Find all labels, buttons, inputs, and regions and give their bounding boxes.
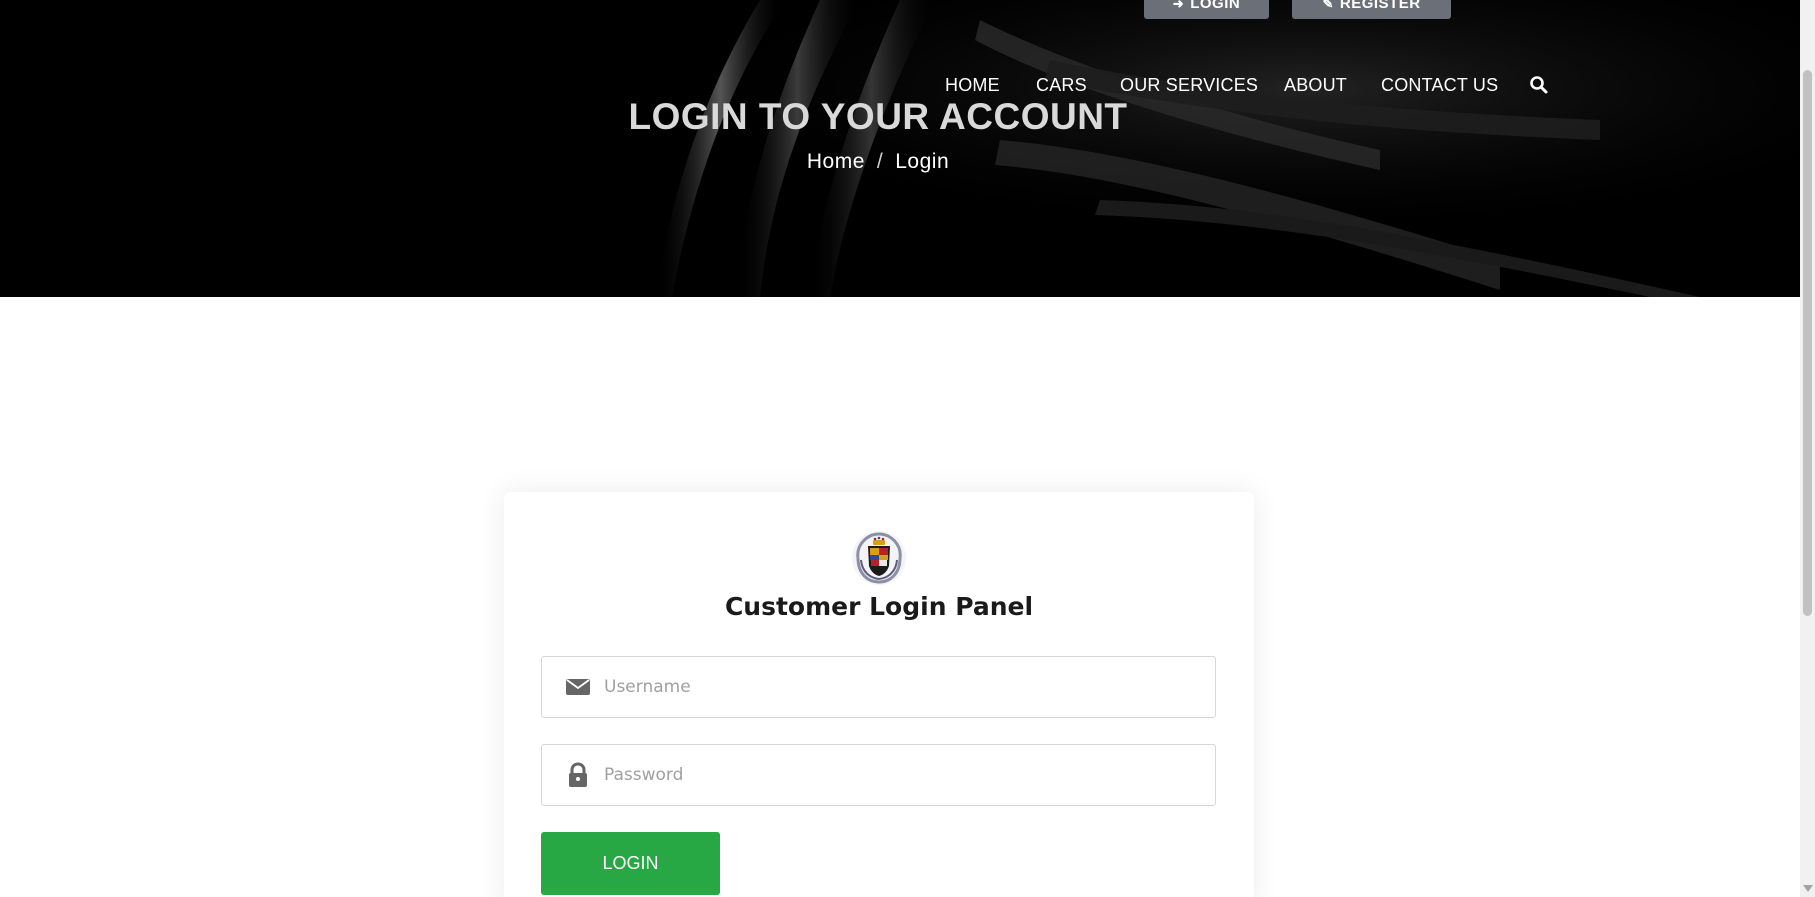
- password-field[interactable]: [541, 744, 1216, 806]
- nav-about[interactable]: ABOUT: [1284, 75, 1347, 96]
- breadcrumb: Home / Login: [0, 150, 1756, 174]
- hero-banner: ➜ LOGIN ✎ REGISTER HOME CARS OUR SERVICE…: [0, 0, 1800, 297]
- edit-icon: ✎: [1322, 0, 1334, 11]
- breadcrumb-separator: /: [876, 150, 884, 173]
- nav-home[interactable]: HOME: [945, 75, 1000, 96]
- scroll-down-arrow-icon[interactable]: [1803, 885, 1813, 892]
- search-icon[interactable]: [1529, 75, 1549, 95]
- scrollbar-thumb[interactable]: [1803, 70, 1812, 616]
- login-card: Customer Login Panel LOGIN: [504, 492, 1254, 897]
- envelope-icon: [564, 673, 592, 701]
- lock-icon: [564, 761, 592, 789]
- password-input[interactable]: [604, 745, 1215, 805]
- page-scrollbar[interactable]: [1800, 0, 1815, 897]
- nav-cars[interactable]: CARS: [1036, 75, 1087, 96]
- nav-contact-us[interactable]: CONTACT US: [1381, 75, 1498, 96]
- username-input[interactable]: [604, 657, 1215, 717]
- sign-in-icon: ➜: [1172, 0, 1185, 11]
- top-login-label: LOGIN: [1190, 0, 1241, 12]
- nav-our-services[interactable]: OUR SERVICES: [1120, 75, 1258, 96]
- username-field[interactable]: [541, 656, 1216, 718]
- breadcrumb-current: Login: [895, 150, 950, 173]
- hero-background-streaks: [0, 0, 1800, 297]
- login-panel-title: Customer Login Panel: [724, 592, 1034, 621]
- top-login-button[interactable]: ➜ LOGIN: [1144, 0, 1269, 19]
- top-register-button[interactable]: ✎ REGISTER: [1292, 0, 1451, 19]
- cadillac-crest-logo: [852, 531, 906, 585]
- breadcrumb-home[interactable]: Home: [807, 150, 865, 173]
- login-submit-button[interactable]: LOGIN: [541, 832, 720, 895]
- page-title: LOGIN TO YOUR ACCOUNT: [628, 96, 1128, 137]
- top-register-label: REGISTER: [1339, 0, 1421, 12]
